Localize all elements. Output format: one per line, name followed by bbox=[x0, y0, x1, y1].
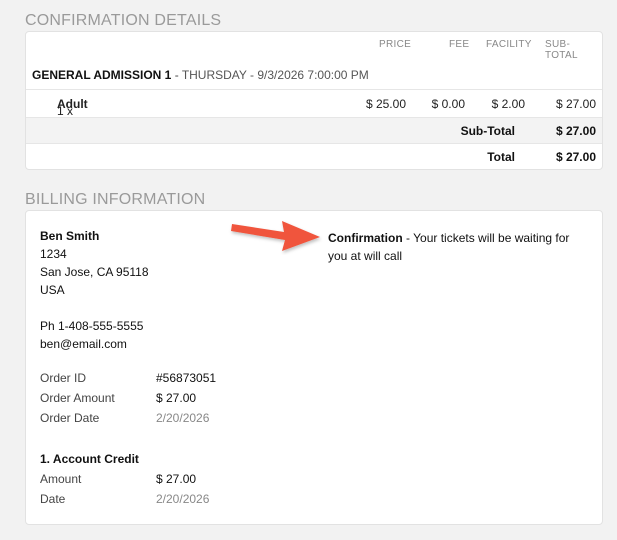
col-price: PRICE bbox=[379, 39, 412, 50]
order-id-label: Order ID bbox=[40, 371, 87, 385]
billing-phone: Ph 1-408-555-5555 bbox=[40, 319, 144, 333]
billing-card: Ben Smith 1234 San Jose, CA 95118 USA Ph… bbox=[25, 210, 603, 525]
confirmation-note: Confirmation - Your tickets will be wait… bbox=[328, 229, 588, 265]
billing-section-title: BILLING INFORMATION bbox=[25, 191, 206, 208]
billing-name: Ben Smith bbox=[40, 229, 100, 243]
payment-title: 1. Account Credit bbox=[40, 452, 139, 466]
item-fee: $ 0.00 bbox=[431, 97, 465, 111]
table-row: 1 x Adult $ 25.00 $ 0.00 $ 2.00 $ 27.00 bbox=[26, 90, 602, 118]
item-qty: 1 x bbox=[57, 104, 74, 118]
billing-country: USA bbox=[40, 283, 65, 297]
subtotal-row: Sub-Total $ 27.00 bbox=[26, 118, 602, 144]
payment-date-value: 2/20/2026 bbox=[156, 492, 210, 506]
order-amount-value: $ 27.00 bbox=[156, 391, 197, 405]
item-price: $ 25.00 bbox=[365, 97, 406, 111]
confirmation-note-label: Confirmation bbox=[328, 231, 403, 245]
subtotal-label: Sub-Total bbox=[460, 124, 515, 138]
col-fee: FEE bbox=[449, 39, 470, 50]
payment-amount-value: $ 27.00 bbox=[156, 472, 197, 486]
confirmation-section-title: CONFIRMATION DETAILS bbox=[25, 12, 222, 29]
event-date: THURSDAY - 9/3/2026 7:00:00 PM bbox=[181, 68, 369, 82]
confirmation-card: PRICE FEE FACILITY SUB-TOTAL GENERAL ADM… bbox=[25, 31, 603, 170]
col-facility: FACILITY bbox=[486, 39, 532, 50]
billing-email: ben@email.com bbox=[40, 337, 127, 351]
item-facility: $ 2.00 bbox=[491, 97, 525, 111]
total-value: $ 27.00 bbox=[555, 150, 596, 164]
event-row: GENERAL ADMISSION 1 - THURSDAY - 9/3/202… bbox=[26, 58, 602, 90]
item-subtotal: $ 27.00 bbox=[555, 97, 596, 111]
order-date-label: Order Date bbox=[40, 411, 100, 425]
total-row: Total $ 27.00 bbox=[26, 144, 602, 169]
total-label: Total bbox=[487, 150, 515, 164]
order-date-value: 2/20/2026 bbox=[156, 411, 210, 425]
order-id-value: #56873051 bbox=[156, 371, 217, 385]
payment-amount-label: Amount bbox=[40, 472, 82, 486]
arrow-icon bbox=[231, 221, 320, 251]
billing-address1: 1234 bbox=[40, 247, 67, 261]
payment-date-label: Date bbox=[40, 492, 66, 506]
event-name: GENERAL ADMISSION 1 bbox=[32, 68, 172, 82]
event-separator: - bbox=[171, 68, 182, 82]
subtotal-value: $ 27.00 bbox=[555, 124, 596, 138]
order-amount-label: Order Amount bbox=[40, 391, 115, 405]
table-header: PRICE FEE FACILITY SUB-TOTAL bbox=[26, 32, 602, 61]
billing-address2: San Jose, CA 95118 bbox=[40, 265, 149, 279]
